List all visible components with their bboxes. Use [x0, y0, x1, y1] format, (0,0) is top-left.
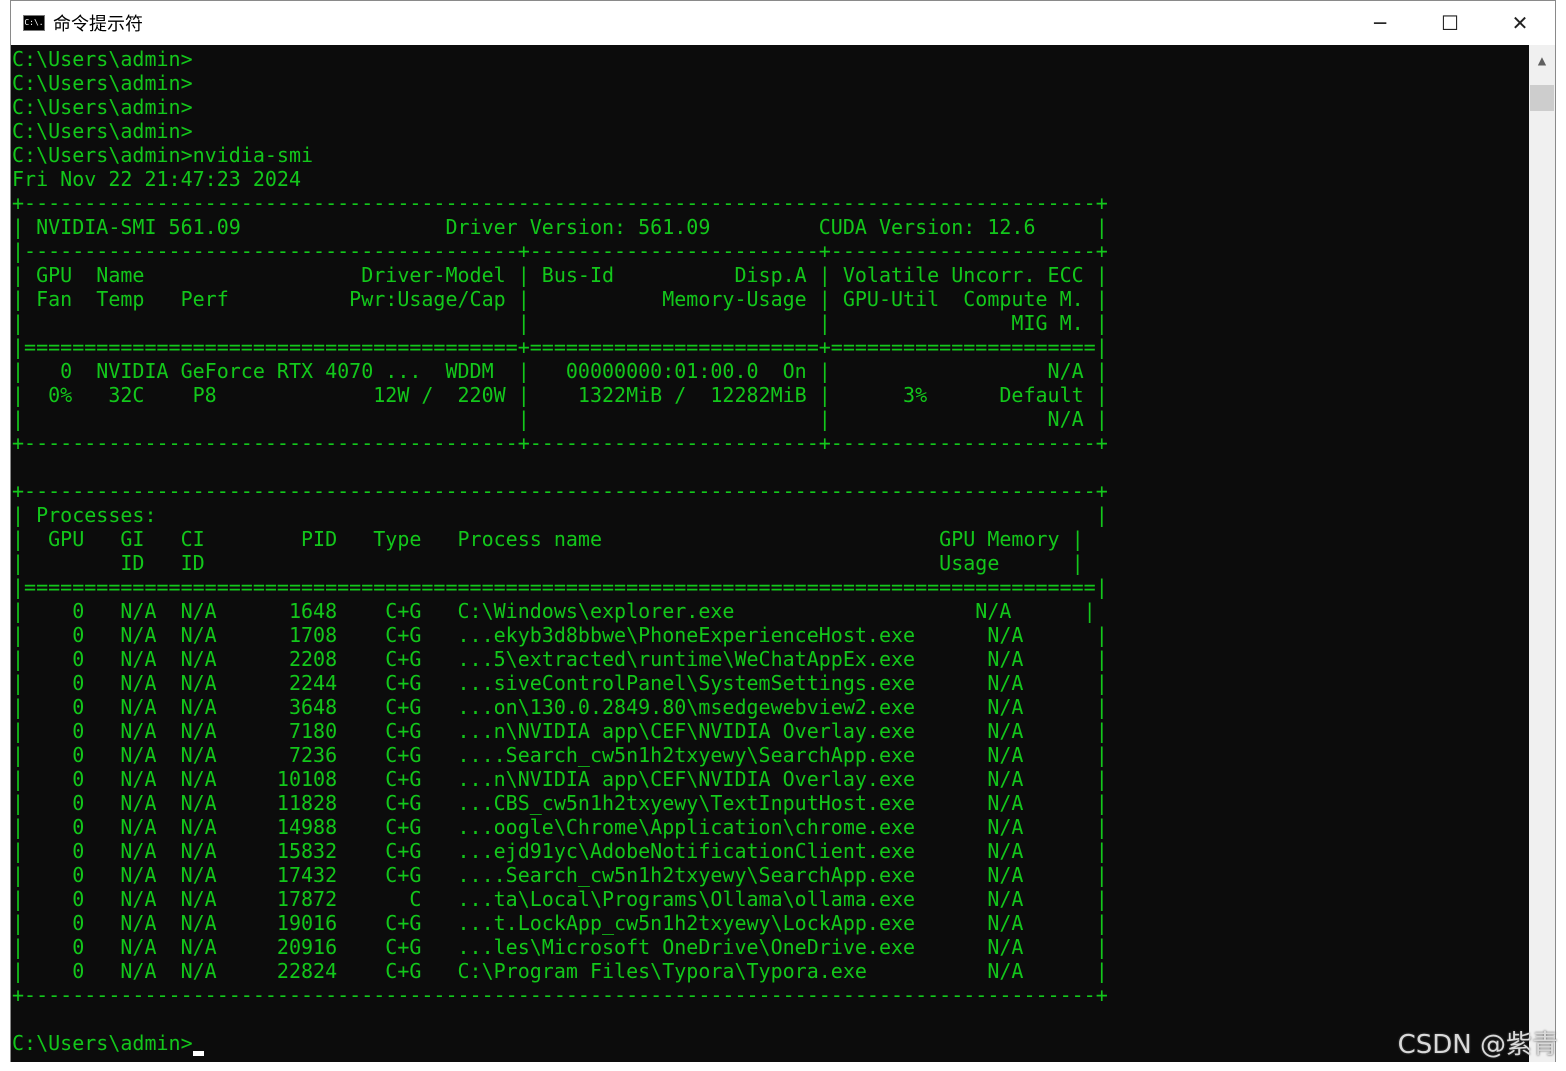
cmd-app-icon: C:\. — [23, 15, 45, 31]
scroll-up-arrow-icon[interactable]: ▲ — [1529, 45, 1555, 77]
console-line: | 0 N/A N/A 20916 C+G ...les\Microsoft O… — [12, 935, 1108, 959]
console-line: | | | MIG M. | — [12, 311, 1108, 335]
console-line: |---------------------------------------… — [12, 239, 1108, 263]
console-line: | 0 N/A N/A 3648 C+G ...on\130.0.2849.80… — [12, 695, 1108, 719]
console-line: | 0 N/A N/A 17872 C ...ta\Local\Programs… — [12, 887, 1108, 911]
console-line: | 0 N/A N/A 2208 C+G ...5\extracted\runt… — [12, 647, 1108, 671]
console-line: C:\Users\admin> — [12, 47, 193, 71]
console-line: | 0 N/A N/A 7180 C+G ...n\NVIDIA app\CEF… — [12, 719, 1108, 743]
console-line: +---------------------------------------… — [12, 191, 1108, 215]
close-button[interactable]: ✕ — [1485, 1, 1555, 45]
console-line: |=======================================… — [12, 575, 1108, 599]
console-line: | 0 N/A N/A 1648 C+G C:\Windows\explorer… — [12, 599, 1096, 623]
console-line: | 0 N/A N/A 19016 C+G ...t.LockApp_cw5n1… — [12, 911, 1108, 935]
vertical-scrollbar[interactable]: ▲ — [1529, 45, 1555, 1062]
console-line: | 0 N/A N/A 15832 C+G ...ejd91yc\AdobeNo… — [12, 839, 1108, 863]
text-cursor — [192, 1051, 204, 1056]
scroll-thumb[interactable] — [1530, 85, 1554, 111]
console-line: +---------------------------------------… — [12, 983, 1108, 1007]
console-line: Fri Nov 22 21:47:23 2024 — [12, 167, 301, 191]
maximize-button[interactable]: ☐ — [1415, 1, 1485, 45]
console-line: | NVIDIA-SMI 561.09 Driver Version: 561.… — [12, 215, 1108, 239]
console-line: | | | N/A | — [12, 407, 1108, 431]
console-line: +---------------------------------------… — [12, 431, 1108, 455]
console-line: | 0 N/A N/A 7236 C+G ....Search_cw5n1h2t… — [12, 743, 1108, 767]
console-line: | 0 N/A N/A 1708 C+G ...ekyb3d8bbwe\Phon… — [12, 623, 1108, 647]
watermark: CSDN @紫青 — [1397, 1030, 1558, 1060]
console-line: | GPU GI CI PID Type Process name GPU Me… — [12, 527, 1084, 551]
console-line: | 0 N/A N/A 17432 C+G ....Search_cw5n1h2… — [12, 863, 1108, 887]
prompt-text: C:\Users\admin> — [12, 1031, 193, 1055]
window-title: 命令提示符 — [53, 14, 143, 35]
console-line: C:\Users\admin> — [12, 71, 193, 95]
console-line: |=======================================… — [12, 335, 1108, 359]
console-area[interactable]: C:\Users\admin> C:\Users\admin> C:\Users\a… — [11, 45, 1529, 1062]
console-line: | ID ID Usage | — [12, 551, 1084, 575]
console-line: | 0 NVIDIA GeForce RTX 4070 ... WDDM | 0… — [12, 359, 1108, 383]
console-line: | 0 N/A N/A 2244 C+G ...siveControlPanel… — [12, 671, 1108, 695]
console-line: | Fan Temp Perf Pwr:Usage/Cap | Memory-U… — [12, 287, 1108, 311]
console-line: | 0 N/A N/A 11828 C+G ...CBS_cw5n1h2txye… — [12, 791, 1108, 815]
console-line: C:\Users\admin> — [12, 95, 193, 119]
console-line: | Processes: | — [12, 503, 1108, 527]
window-controls: ─ ☐ ✕ — [1345, 1, 1555, 45]
console-line: | 0% 32C P8 12W / 220W | 1322MiB / 12282… — [12, 383, 1108, 407]
title-bar[interactable]: C:\. 命令提示符 ─ ☐ ✕ — [11, 1, 1555, 45]
console-line: | GPU Name Driver-Model | Bus-Id Disp.A … — [12, 263, 1108, 287]
console-line: C:\Users\admin>nvidia-smi — [12, 143, 314, 167]
console-line: | 0 N/A N/A 10108 C+G ...n\NVIDIA app\CE… — [12, 767, 1108, 791]
cmd-window: C:\. 命令提示符 ─ ☐ ✕ C:\Users\admin> C:\Users… — [10, 0, 1556, 1062]
command-prompt[interactable]: C:\Users\admin> — [12, 1031, 1529, 1056]
console-output: C:\Users\admin> C:\Users\admin> C:\Users\a… — [11, 45, 1529, 1056]
console-line: | 0 N/A N/A 22824 C+G C:\Program Files\T… — [12, 959, 1108, 983]
console-line: C:\Users\admin> — [12, 119, 193, 143]
console-line: +---------------------------------------… — [12, 479, 1108, 503]
minimize-button[interactable]: ─ — [1345, 1, 1415, 45]
console-line: | 0 N/A N/A 14988 C+G ...oogle\Chrome\Ap… — [12, 815, 1108, 839]
